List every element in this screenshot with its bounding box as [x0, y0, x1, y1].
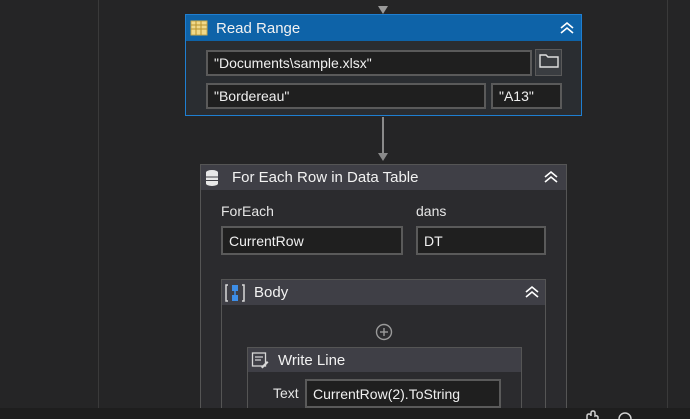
plus-circle-icon	[375, 323, 393, 345]
write-line-title: Write Line	[278, 351, 346, 369]
foreach-label: ForEach	[221, 203, 274, 219]
body-sequence[interactable]: Body Write Line Text CurrentRow(2).ToStr…	[221, 279, 546, 416]
item-name-input[interactable]: CurrentRow	[221, 226, 403, 255]
write-line-header[interactable]: Write Line	[248, 348, 521, 372]
range-value: "A13"	[499, 88, 534, 104]
folder-icon	[538, 52, 559, 73]
flow-arrow	[378, 153, 388, 161]
body-header[interactable]: Body	[222, 280, 545, 305]
write-line-activity[interactable]: Write Line Text CurrentRow(2).ToString	[247, 347, 522, 416]
browse-file-button[interactable]	[535, 49, 562, 76]
for-each-row-title: For Each Row in Data Table	[232, 169, 419, 186]
in-label: dans	[416, 203, 447, 219]
body-title: Body	[254, 284, 289, 301]
pan-icon[interactable]	[583, 410, 601, 419]
write-line-icon	[251, 351, 269, 369]
sequence-icon	[224, 283, 246, 303]
for-each-row-header[interactable]: For Each Row in Data Table	[201, 165, 566, 190]
add-activity-button[interactable]	[375, 323, 393, 341]
item-name-value: CurrentRow	[229, 232, 304, 249]
text-label: Text	[273, 385, 299, 401]
text-value: CurrentRow(2).ToString	[313, 385, 461, 402]
body-collapse-icon[interactable]	[523, 284, 541, 300]
read-range-activity[interactable]: Read Range "Documents\sample.xlsx" "Bord…	[185, 14, 582, 116]
read-range-title: Read Range	[216, 19, 301, 37]
data-table-icon	[204, 169, 220, 187]
status-bar	[0, 408, 690, 419]
incoming-arrow	[378, 6, 388, 14]
datatable-input[interactable]: DT	[416, 226, 546, 255]
read-range-header[interactable]: Read Range	[186, 15, 581, 41]
text-input[interactable]: CurrentRow(2).ToString	[305, 379, 501, 408]
workbook-path-input[interactable]: "Documents\sample.xlsx"	[206, 50, 532, 76]
datatable-value: DT	[424, 232, 443, 249]
for-each-row-collapse-icon[interactable]	[542, 169, 560, 185]
read-range-collapse-icon[interactable]	[558, 20, 576, 36]
zoom-icon[interactable]	[617, 411, 633, 419]
range-input[interactable]: "A13"	[491, 83, 562, 109]
canvas-guide-right	[667, 0, 668, 408]
sheet-name-input[interactable]: "Bordereau"	[206, 83, 486, 109]
canvas-guide-left	[98, 0, 99, 408]
flow-connector	[382, 117, 384, 154]
sheet-name-value: "Bordereau"	[214, 88, 290, 104]
for-each-row-activity[interactable]: For Each Row in Data Table ForEach dans …	[200, 164, 567, 416]
spreadsheet-icon	[190, 19, 208, 37]
workbook-path-value: "Documents\sample.xlsx"	[214, 55, 372, 71]
